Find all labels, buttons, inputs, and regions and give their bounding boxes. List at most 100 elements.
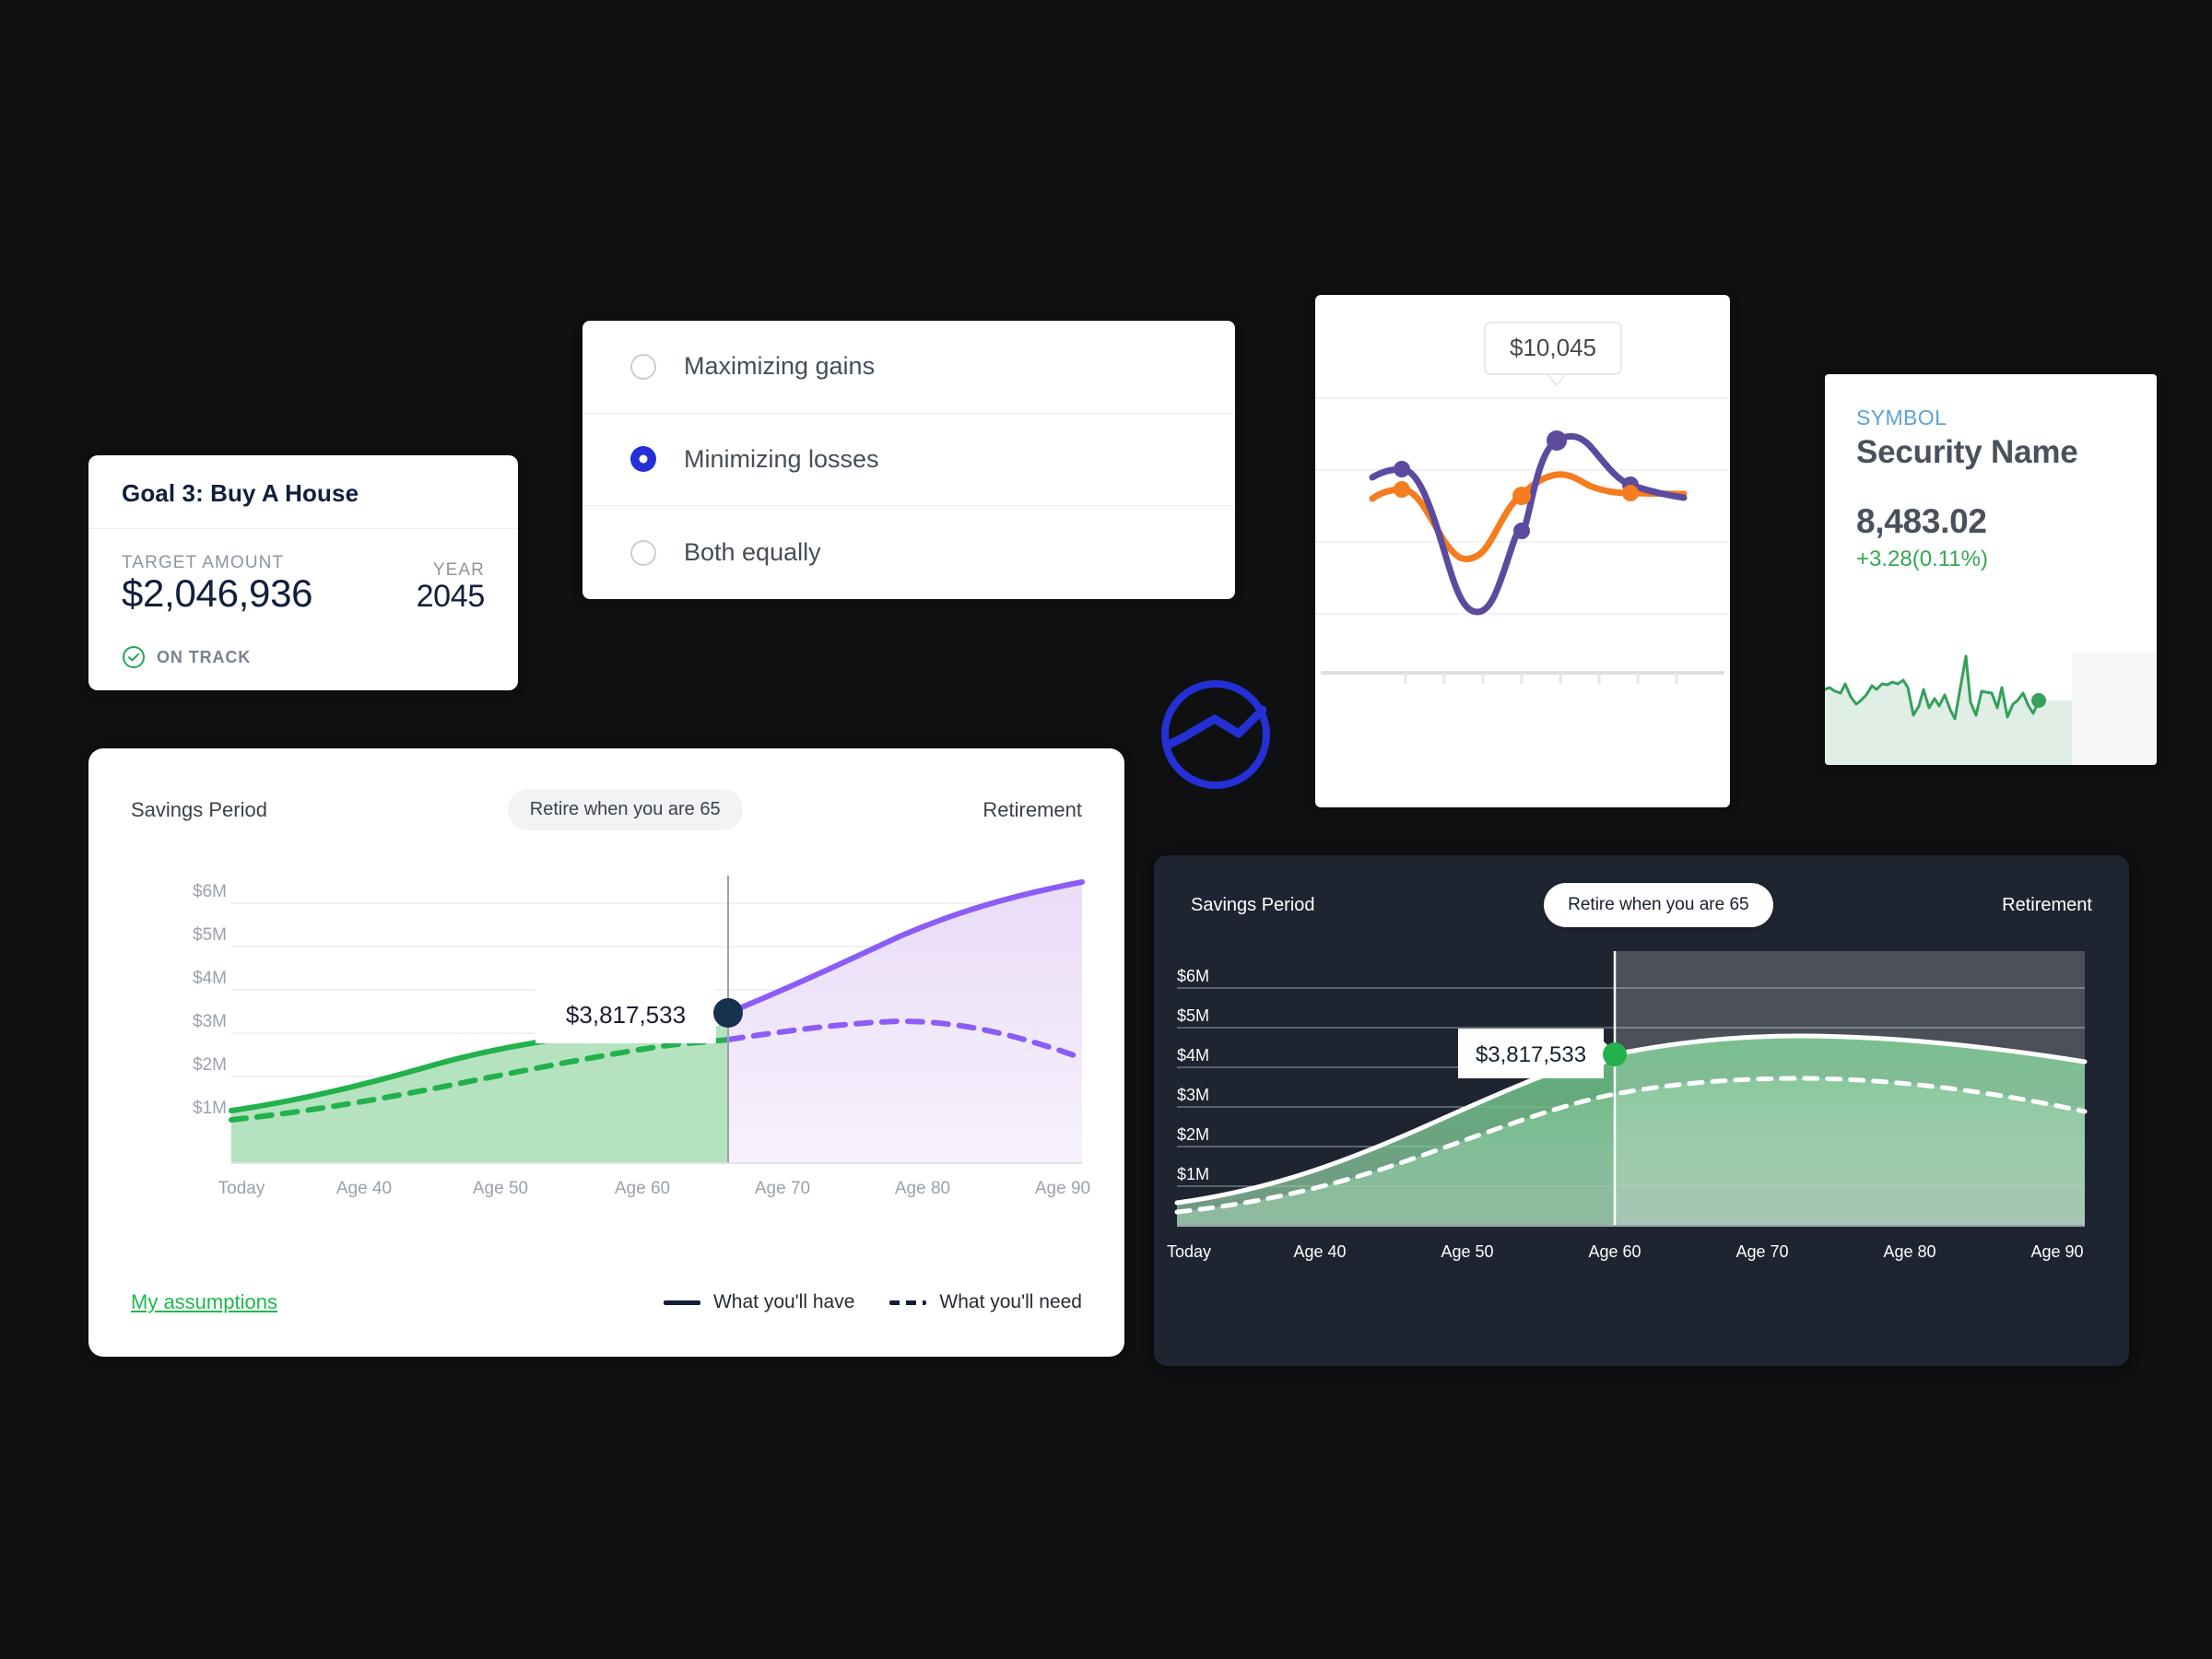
y-tick: $5M <box>193 925 227 945</box>
radio-label: Both equally <box>684 538 821 567</box>
x-axis-labels: Today Age 40 Age 50 Age 60 Age 70 Age 80… <box>1167 1242 2084 1261</box>
status-badge: ON TRACK <box>122 645 485 669</box>
target-amount-value: $2,046,936 <box>122 571 313 615</box>
y-tick: $2M <box>1177 1125 1209 1144</box>
sparkline-overlay-panel <box>2072 653 2157 765</box>
goal-metrics-row: TARGET AMOUNT $2,046,936 YEAR 2045 <box>122 553 485 614</box>
legend-item-need: What you'll need <box>889 1291 1082 1313</box>
goal-title: Goal 3: Buy A House <box>122 479 359 507</box>
year-label: YEAR <box>432 560 485 581</box>
y-tick: $1M <box>1177 1165 1209 1183</box>
radio-selected-icon[interactable] <box>630 446 656 473</box>
retire-age-pill[interactable]: Retire when you are 65 <box>507 789 743 830</box>
radio-icon[interactable] <box>630 353 656 380</box>
legend-solid-line-icon <box>663 1300 700 1305</box>
radio-label: Maximizing gains <box>684 352 876 381</box>
year-value: 2045 <box>416 579 486 615</box>
x-tick: Today <box>1167 1242 1211 1261</box>
goal-card[interactable]: Goal 3: Buy A House TARGET AMOUNT $2,046… <box>88 455 518 690</box>
radio-option-minimizing-losses[interactable]: Minimizing losses <box>582 414 1235 507</box>
savings-period-label: Savings Period <box>131 797 267 821</box>
y-tick: $5M <box>1177 1006 1209 1025</box>
check-circle-icon <box>122 645 146 669</box>
x-tick: Age 50 <box>473 1179 528 1198</box>
x-tick: Age 50 <box>1441 1242 1493 1261</box>
x-tick: Age 40 <box>1293 1242 1346 1261</box>
x-tick: Age 60 <box>615 1179 670 1198</box>
stock-comparison-card: $10,045 <box>1315 295 1730 807</box>
security-change: +3.28(0.11%) <box>1856 547 1988 571</box>
x-tick: Age 70 <box>755 1179 810 1198</box>
status-text: ON TRACK <box>157 647 252 666</box>
sparkline-end-marker <box>2031 693 2046 708</box>
security-quote-card[interactable]: SYMBOL Security Name 8,483.02 +3.28(0.11… <box>1825 374 2157 765</box>
x-tick: Today <box>218 1179 265 1198</box>
x-tick: Age 80 <box>895 1179 950 1198</box>
year-block: YEAR 2045 <box>416 560 486 615</box>
security-sparkline-wrap <box>1825 636 2157 765</box>
series-primary-line <box>1369 432 1688 616</box>
x-tick: Age 70 <box>1735 1242 1788 1261</box>
security-price: 8,483.02 <box>1856 502 1987 540</box>
retirement-label: Retirement <box>2002 894 2092 915</box>
legend-label: What you'll have <box>712 1291 855 1312</box>
security-name: Security Name <box>1856 434 2078 470</box>
y-tick: $6M <box>193 882 227 901</box>
canvas: Goal 3: Buy A House TARGET AMOUNT $2,046… <box>0 0 2212 1659</box>
y-tick: $3M <box>1177 1086 1209 1104</box>
radio-option-both-equally[interactable]: Both equally <box>582 506 1235 599</box>
stock-tooltip: $10,045 <box>1484 322 1622 387</box>
x-tick: Age 60 <box>1588 1242 1641 1261</box>
savings-period-label: Savings Period <box>1191 894 1315 915</box>
savings-light-chart: $6M $5M $4M $3M $2M $1M Today Age 40 Age… <box>193 876 1090 1198</box>
legend-dashed-line-icon <box>889 1300 927 1305</box>
target-amount-block: TARGET AMOUNT $2,046,936 <box>122 553 313 615</box>
my-assumptions-link[interactable]: My assumptions <box>131 1290 277 1314</box>
savings-light-footer: My assumptions What you'll have What you… <box>131 1290 1082 1314</box>
y-tick: $4M <box>1177 1046 1209 1065</box>
risk-preference-card: Maximizing gains Minimizing losses Both … <box>582 321 1235 599</box>
radio-option-maximizing-gains[interactable]: Maximizing gains <box>582 321 1235 414</box>
savings-dark-chart: $6M $5M $4M $3M $2M $1M Today Age 40 Age… <box>1167 951 2088 1261</box>
security-sparkline <box>1825 653 2157 765</box>
tooltip-value: $3,817,533 <box>566 1001 686 1029</box>
x-tick: Age 40 <box>336 1179 392 1198</box>
savings-dark-plot: $6M $5M $4M $3M $2M $1M Today Age 40 Age… <box>1154 944 2129 1359</box>
y-tick: $1M <box>193 1099 227 1118</box>
x-tick: Age 90 <box>1035 1179 1090 1198</box>
projection-marker <box>713 998 743 1028</box>
retirement-area-fill <box>728 882 1082 1163</box>
y-tick: $6M <box>1177 967 1209 985</box>
y-axis-labels: $6M $5M $4M $3M $2M $1M <box>1177 967 1209 1183</box>
savings-dark-header: Savings Period Retire when you are 65 Re… <box>1154 855 2129 927</box>
security-symbol: SYMBOL <box>1856 406 1947 429</box>
x-tick: Age 90 <box>2030 1242 2083 1261</box>
legend: What you'll have What you'll need <box>663 1291 1082 1313</box>
y-tick: $4M <box>193 969 227 988</box>
goal-card-header: Goal 3: Buy A House <box>88 455 518 529</box>
tooltip-value: $3,817,533 <box>1476 1042 1586 1067</box>
savings-projection-dark-card: Savings Period Retire when you are 65 Re… <box>1154 855 2129 1366</box>
goal-card-body: TARGET AMOUNT $2,046,936 YEAR 2045 ON TR… <box>88 529 518 669</box>
legend-item-have: What you'll have <box>663 1291 855 1313</box>
legend-label: What you'll need <box>939 1291 1082 1312</box>
projection-marker <box>1603 1042 1627 1066</box>
retire-age-pill[interactable]: Retire when you are 65 <box>1544 883 1773 927</box>
savings-dark-tooltip: $3,817,533 <box>1458 1029 1617 1078</box>
stock-tooltip-value: $10,045 <box>1510 334 1596 361</box>
chart-mark-logo-icon <box>1159 678 1272 791</box>
y-axis-labels: $6M $5M $4M $3M $2M $1M <box>193 882 227 1118</box>
radio-label: Minimizing losses <box>684 444 879 473</box>
savings-light-header: Savings Period Retire when you are 65 Re… <box>88 748 1124 830</box>
x-tick: Age 80 <box>1883 1242 1936 1261</box>
target-amount-label: TARGET AMOUNT <box>122 553 285 572</box>
security-info: SYMBOL Security Name 8,483.02 +3.28(0.11… <box>1825 374 2157 572</box>
y-tick: $2M <box>193 1055 227 1075</box>
savings-projection-light-card: Savings Period Retire when you are 65 Re… <box>88 748 1124 1357</box>
x-axis-labels: Today Age 40 Age 50 Age 60 Age 70 Age 80… <box>218 1179 1090 1198</box>
retirement-overlay <box>1615 951 2085 1226</box>
radio-icon[interactable] <box>630 539 656 566</box>
y-tick: $3M <box>193 1012 227 1031</box>
savings-light-plot: $6M $5M $4M $3M $2M $1M Today Age 40 Age… <box>88 866 1124 1253</box>
gridlines <box>1315 397 1730 615</box>
